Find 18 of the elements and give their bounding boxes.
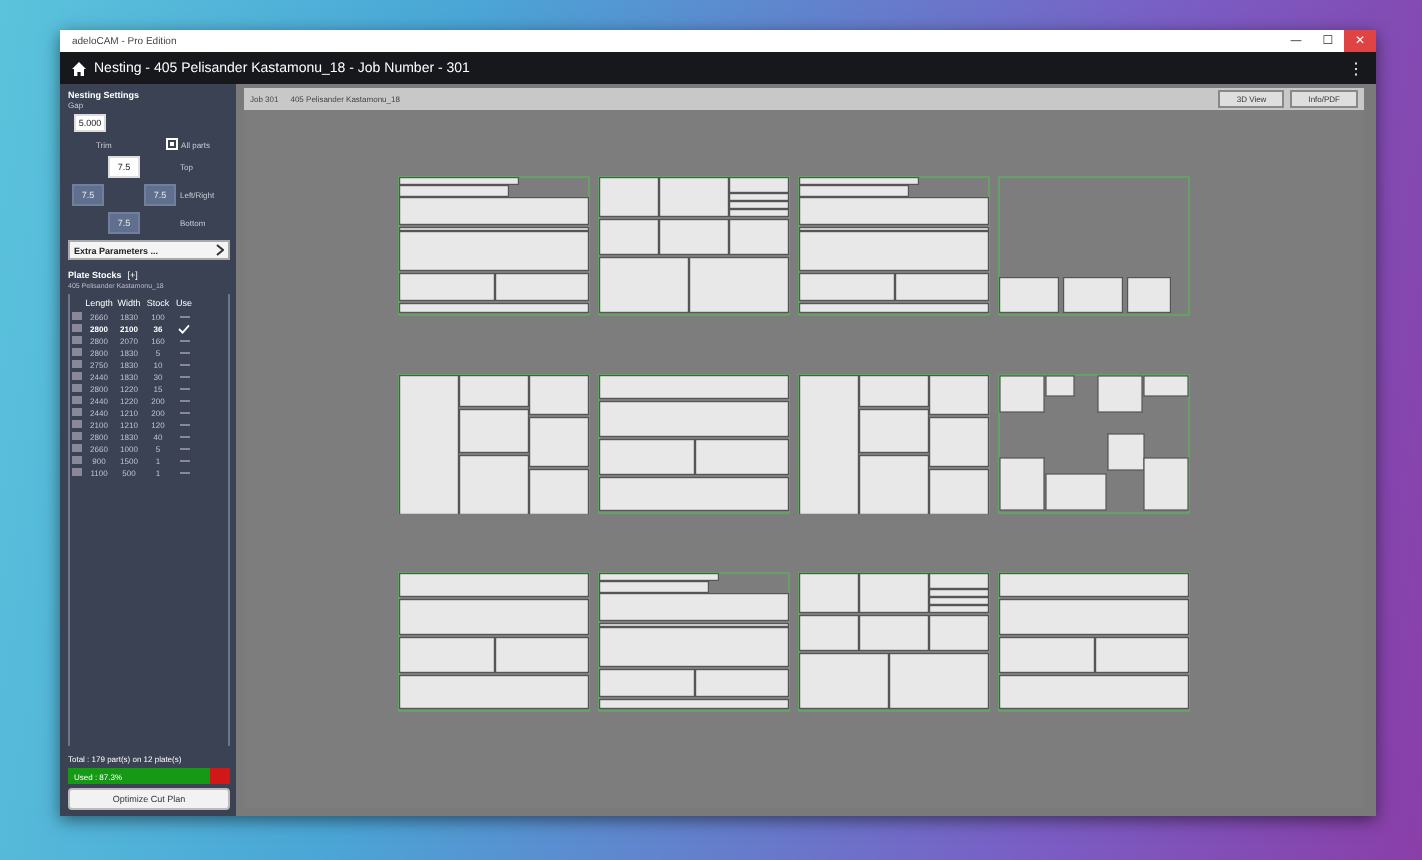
home-icon [72,61,86,75]
row-checkbox[interactable] [72,311,81,321]
row-checkbox[interactable] [72,395,81,405]
row-checkbox[interactable] [72,431,81,441]
chevron-icon [216,244,224,256]
row-checkbox[interactable] [72,371,81,381]
row-checkbox[interactable] [72,383,81,393]
row-checkbox[interactable] [72,455,81,465]
row-checkbox[interactable] [72,335,81,345]
row-checkbox[interactable] [72,419,81,429]
checkbox[interactable] [165,138,178,150]
row-checkbox[interactable] [72,347,81,357]
row-checkbox[interactable] [72,359,81,369]
menu-button[interactable]: ⋮ [1348,59,1364,77]
row-checkbox[interactable] [72,323,81,333]
row-checkbox[interactable] [72,443,81,453]
row-checkbox[interactable] [72,407,81,417]
row-checkbox[interactable] [72,467,81,477]
